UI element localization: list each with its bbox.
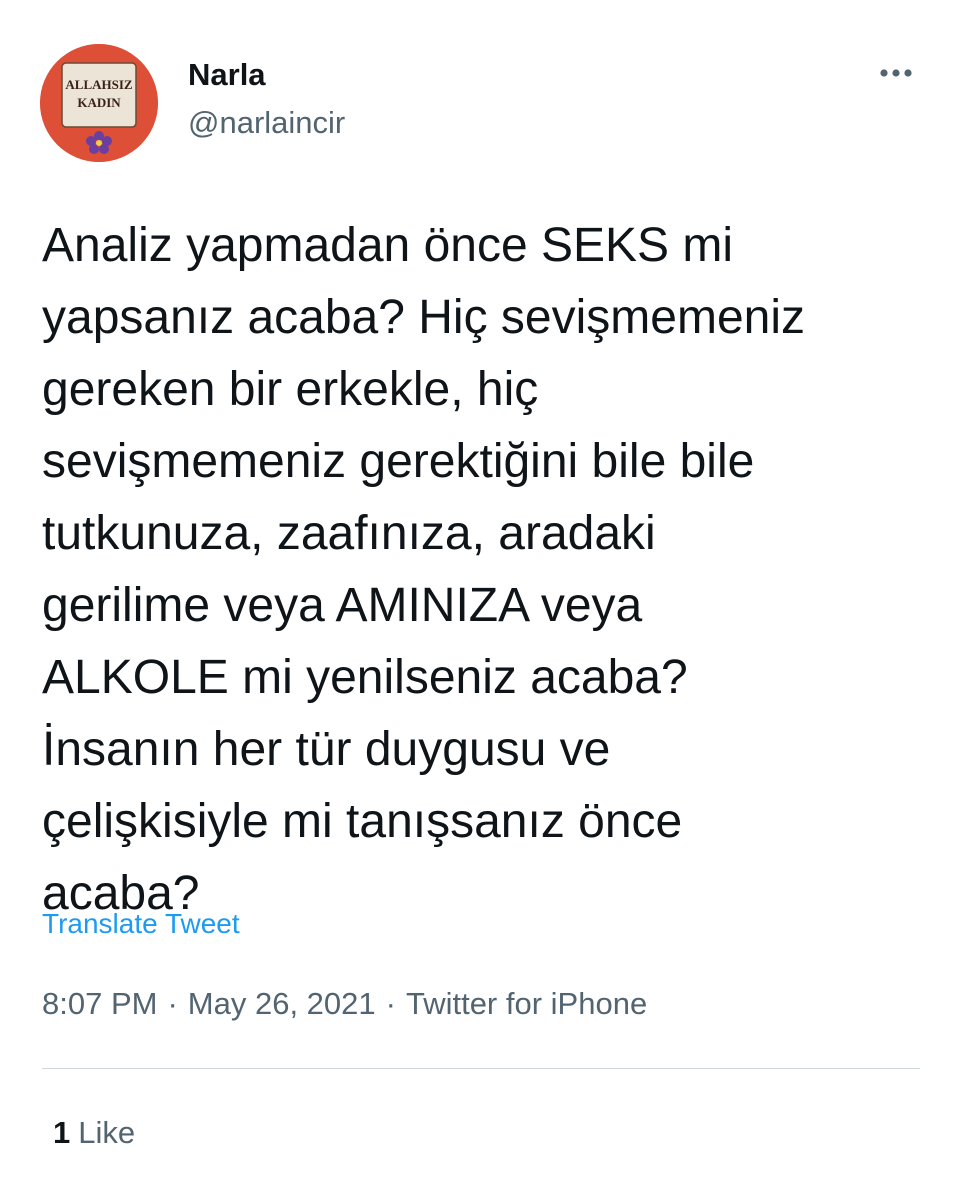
tweet-text-line: tutkunuza, zaafınıza, aradaki <box>42 507 656 560</box>
tweet-source-link[interactable]: Twitter for iPhone <box>406 986 647 1021</box>
tweet-text-line: Analiz yapmadan önce SEKS mi <box>42 219 734 272</box>
more-options-button[interactable] <box>872 58 920 88</box>
tweet-text-line: yapsanız acaba? Hiç sevişmemeniz <box>42 291 806 344</box>
translate-tweet-link[interactable]: Translate Tweet <box>42 904 240 944</box>
meta-separator: · <box>385 986 396 1021</box>
author-avatar[interactable]: ALLAHSIZ KADIN <box>40 44 158 162</box>
tweet-text-line: çelişkisiyle mi tanışsanız önce <box>42 795 683 848</box>
avatar-text-line1: ALLAHSIZ <box>65 77 133 92</box>
meta-separator: · <box>167 986 178 1021</box>
more-horizontal-icon <box>880 69 912 77</box>
tweet-date: May 26, 2021 <box>187 986 376 1021</box>
tweet-text-line: ALKOLE mi yenilseniz acaba? <box>42 651 688 704</box>
likes-stat[interactable]: 1 Like <box>53 1111 135 1155</box>
tweet-text-line: gereken bir erkekle, hiç <box>42 363 539 416</box>
likes-label: Like <box>78 1115 136 1150</box>
tweet-text-line: gerilime veya AMINIZA veya <box>42 579 643 632</box>
author-handle[interactable]: @narlaincir <box>188 103 345 143</box>
likes-count: 1 <box>53 1115 71 1150</box>
divider <box>42 1068 920 1069</box>
tweet-text: Analiz yapmadan önce SEKS mi yapsanız ac… <box>42 210 922 930</box>
tweet-text-line: sevişmemeniz gerektiğini bile bile <box>42 435 755 488</box>
avatar-text-line2: KADIN <box>77 95 121 110</box>
tweet-text-line: İnsanın her tür duygusu ve <box>42 723 611 776</box>
tweet-time: 8:07 PM <box>42 986 158 1021</box>
tweet-meta: 8:07 PM · May 26, 2021 · Twitter for iPhone <box>42 982 647 1026</box>
author-name[interactable]: Narla <box>188 55 266 95</box>
